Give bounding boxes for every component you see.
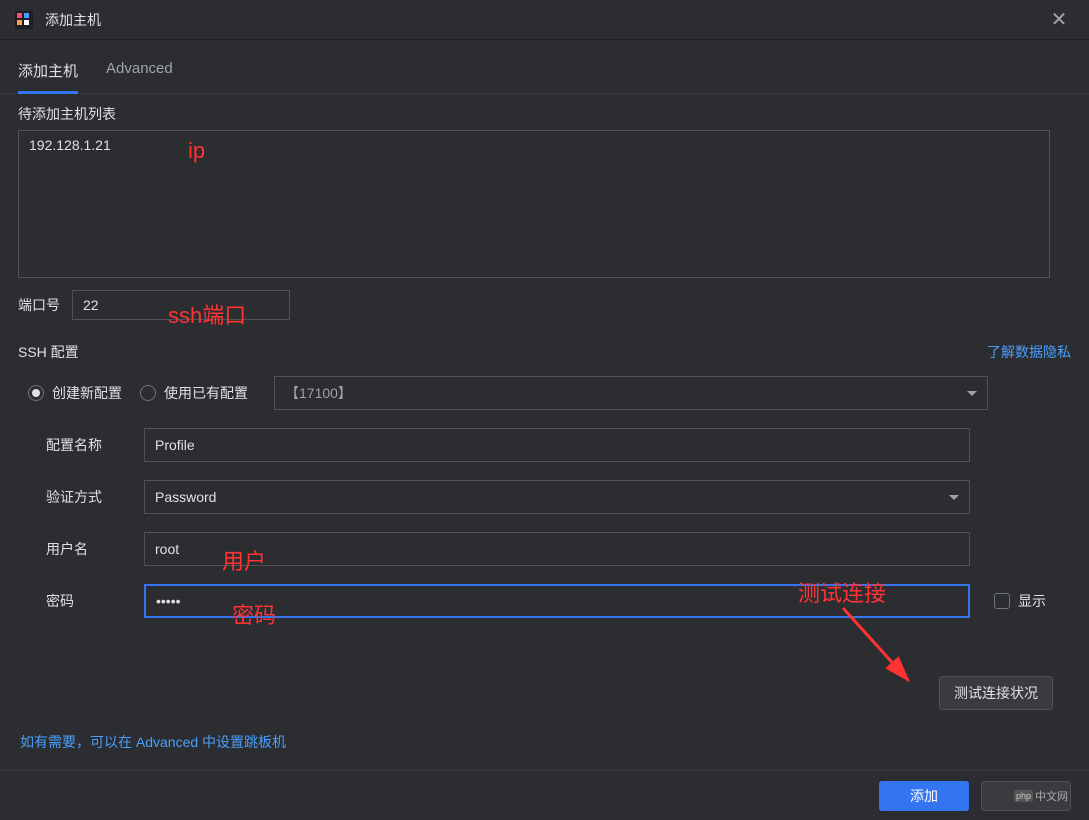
ssh-config-label: SSH 配置 (18, 342, 79, 362)
chevron-down-icon (967, 391, 977, 396)
username-input[interactable] (144, 532, 970, 566)
auth-method-row: 验证方式 Password (18, 480, 1071, 514)
watermark: php php 中文网 中文网 (1014, 788, 1068, 804)
profile-name-label: 配置名称 (46, 435, 144, 455)
port-label: 端口号 (18, 295, 60, 315)
content-area: 待添加主机列表 192.128.1.21 端口号 SSH 配置 了解数据隐私 创… (0, 94, 1089, 770)
tab-add-host[interactable]: 添加主机 (18, 60, 78, 94)
existing-config-select[interactable]: 【17100】 (274, 376, 988, 410)
username-label: 用户名 (46, 539, 144, 559)
privacy-link[interactable]: 了解数据隐私 (987, 342, 1071, 362)
show-password-label: 显示 (1018, 591, 1046, 611)
password-label: 密码 (46, 591, 144, 611)
port-row: 端口号 (18, 290, 1071, 320)
radio-use-existing[interactable]: 使用已有配置 (140, 383, 248, 403)
add-button[interactable]: 添加 (879, 781, 969, 811)
username-row: 用户名 (18, 532, 1071, 566)
show-password-checkbox[interactable] (994, 593, 1010, 609)
config-radio-row: 创建新配置 使用已有配置 【17100】 (18, 376, 1071, 410)
radio-circle-icon (140, 385, 156, 401)
cancel-button[interactable]: 取消 php php 中文网 中文网 (981, 781, 1071, 811)
radio-create-new[interactable]: 创建新配置 (28, 383, 122, 403)
ssh-header: SSH 配置 了解数据隐私 (18, 342, 1071, 362)
advanced-tip: 如有需要，可以在 Advanced 中设置跳板机 (18, 732, 1071, 752)
auth-method-select[interactable]: Password (144, 480, 970, 514)
auth-method-value: Password (155, 489, 216, 505)
tabs: 添加主机 Advanced (0, 40, 1089, 94)
profile-name-row: 配置名称 (18, 428, 1071, 462)
show-password-group: 显示 (994, 591, 1046, 611)
app-icon (15, 11, 33, 29)
close-icon[interactable]: ✕ (1044, 5, 1074, 35)
host-list-label: 待添加主机列表 (18, 104, 1071, 124)
profile-name-input[interactable] (144, 428, 970, 462)
port-input[interactable] (72, 290, 290, 320)
tab-advanced[interactable]: Advanced (106, 60, 173, 93)
existing-config-value: 【17100】 (285, 383, 352, 403)
radio-circle-icon (28, 385, 44, 401)
test-button-row: 测试连接状况 (18, 676, 1071, 710)
test-connection-button[interactable]: 测试连接状况 (939, 676, 1053, 710)
chevron-down-icon (949, 495, 959, 500)
window-title: 添加主机 (45, 10, 101, 30)
host-list-input[interactable]: 192.128.1.21 (18, 130, 1050, 278)
title-bar: 添加主机 ✕ (0, 0, 1089, 40)
auth-method-label: 验证方式 (46, 487, 144, 507)
password-row: 密码 显示 (18, 584, 1071, 618)
radio-create-label: 创建新配置 (52, 383, 122, 403)
dialog-footer: 添加 取消 php php 中文网 中文网 (0, 770, 1089, 820)
password-input[interactable] (144, 584, 970, 618)
radio-existing-label: 使用已有配置 (164, 383, 248, 403)
